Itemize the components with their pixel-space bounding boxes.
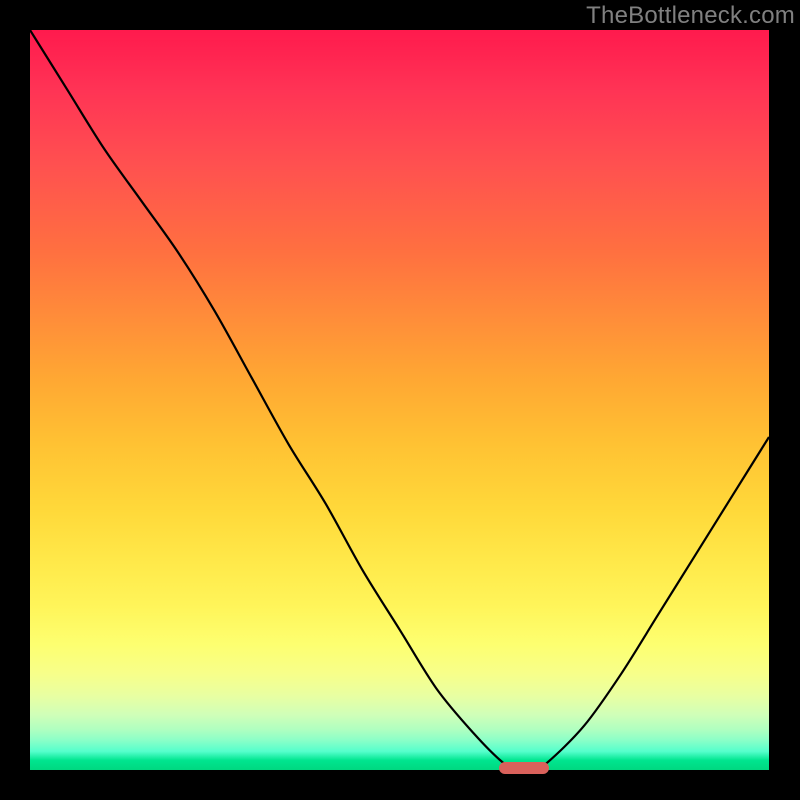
watermark-text: TheBottleneck.com [586, 2, 795, 30]
optimal-marker [499, 762, 549, 774]
plot-area [30, 30, 769, 770]
bottleneck-curve [30, 30, 769, 770]
chart-container: TheBottleneck.com [0, 0, 800, 800]
